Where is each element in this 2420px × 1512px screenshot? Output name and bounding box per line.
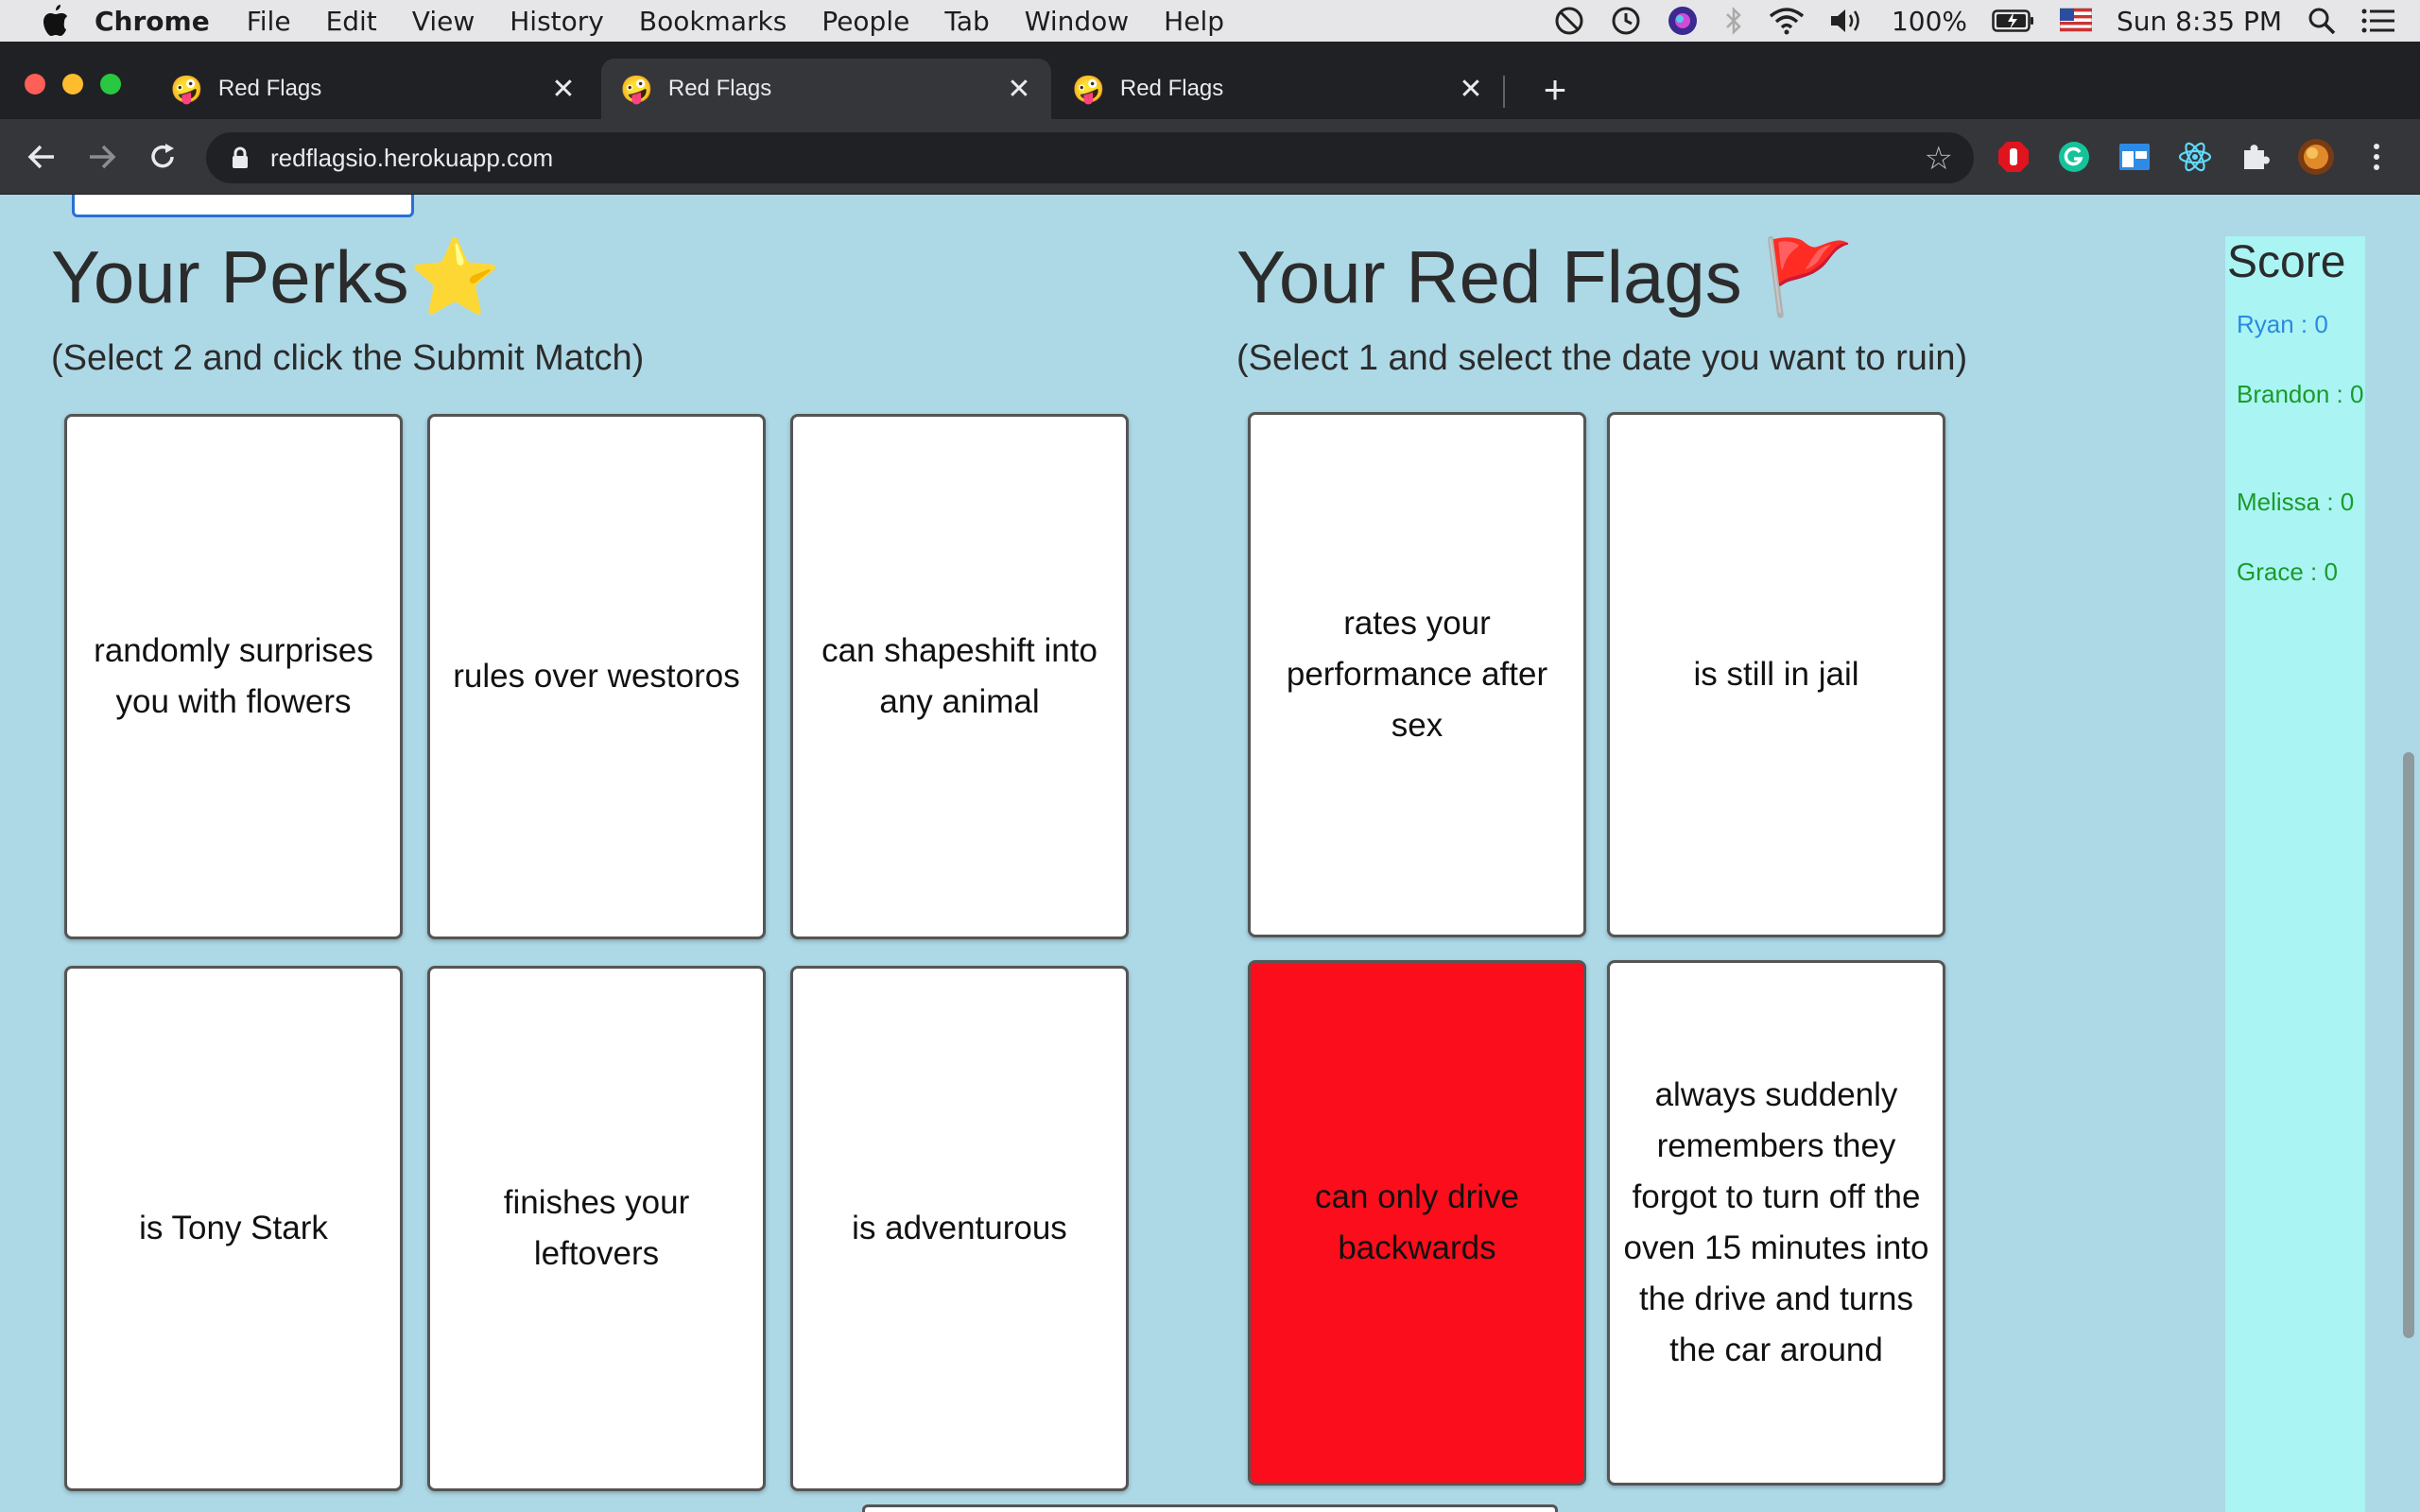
tab-favicon: 🤪 [170, 74, 203, 104]
tab-close-icon[interactable]: ✕ [544, 73, 582, 106]
menu-edit[interactable]: Edit [326, 6, 377, 37]
perk-card-text: is Tony Stark [139, 1210, 328, 1246]
forward-icon[interactable] [81, 138, 123, 176]
menu-bar-status-area: 100% Sun 8:35 PM [1553, 0, 2420, 42]
tab-favicon: 🤪 [620, 74, 653, 104]
perks-title: Your Perks⭐ [51, 235, 501, 318]
menu-file[interactable]: File [247, 6, 291, 37]
extension-adblock-icon[interactable] [1995, 138, 2032, 176]
tab-red-flags-2[interactable]: 🤪 Red Flags ✕ [601, 59, 1051, 119]
page-scrollbar-thumb[interactable] [2403, 752, 2414, 1338]
red-flag-card[interactable]: rates your performance after sex [1248, 412, 1586, 937]
text-input-partial[interactable] [72, 195, 414, 217]
tab-favicon: 🤪 [1072, 74, 1105, 104]
page-content: Your Perks⭐ (Select 2 and click the Subm… [0, 195, 2420, 1512]
perk-card-text: finishes your leftovers [503, 1184, 690, 1272]
address-bar-url: redflagsio.herokuapp.com [270, 143, 554, 172]
time-machine-icon[interactable] [1610, 5, 1642, 37]
menu-app-name[interactable]: Chrome [95, 6, 210, 37]
score-row-melissa: Melissa : 0 [2237, 488, 2355, 516]
profile-avatar[interactable] [2297, 138, 2335, 176]
tab-title: Red Flags [217, 76, 322, 101]
tab-title: Red Flags [667, 76, 772, 101]
red-flag-card-selected[interactable]: can only drive backwards [1248, 960, 1586, 1486]
red-flags-subtitle: (Select 1 and select the date you want t… [1236, 338, 1968, 378]
red-flag-card[interactable]: is still in jail [1607, 412, 1945, 937]
menu-help[interactable]: Help [1164, 6, 1224, 37]
window-zoom-button[interactable] [100, 74, 121, 94]
red-flags-title: Your Red Flags 🚩 [1236, 235, 1855, 318]
new-tab-button[interactable]: + [1531, 66, 1579, 113]
apple-icon[interactable] [40, 4, 70, 38]
extension-grammarly-icon[interactable] [2055, 138, 2093, 176]
window-minimize-button[interactable] [62, 74, 83, 94]
score-row-ryan: Ryan : 0 [2237, 310, 2328, 338]
input-source-flag-icon[interactable] [2060, 7, 2092, 35]
extension-react-devtools-icon[interactable] [2176, 138, 2214, 176]
puzzle-icon[interactable] [2237, 138, 2274, 176]
perk-card-text: is adventurous [852, 1210, 1067, 1246]
red-flag-card-text: can only drive backwards [1315, 1178, 1519, 1266]
siri-icon[interactable] [1667, 5, 1699, 37]
extension-window-icon[interactable] [2116, 138, 2153, 176]
score-title: Score [2227, 237, 2346, 287]
red-flag-card-text: rates your performance after sex [1286, 605, 1548, 744]
score-row-grace: Grace : 0 [2237, 558, 2338, 586]
perk-card[interactable]: is adventurous [790, 966, 1129, 1491]
submit-area-partial[interactable] [862, 1504, 1558, 1512]
menu-window[interactable]: Window [1025, 6, 1129, 37]
tab-separator [1503, 76, 1505, 108]
perk-card-text: can shapeshift into any animal [821, 632, 1098, 720]
menu-view[interactable]: View [412, 6, 475, 37]
chrome-menu-icon[interactable] [2358, 138, 2395, 176]
battery-percent: 100% [1891, 5, 1967, 37]
window-close-button[interactable] [25, 74, 45, 94]
spotlight-search-icon[interactable] [2307, 6, 2337, 36]
wifi-icon[interactable] [1769, 7, 1805, 35]
tab-close-icon[interactable]: ✕ [1000, 73, 1038, 106]
perks-subtitle: (Select 2 and click the Submit Match) [51, 338, 645, 378]
menu-people[interactable]: People [821, 6, 909, 37]
red-flag-card[interactable]: always suddenly remembers they forgot to… [1607, 960, 1945, 1486]
menu-bar-clock[interactable]: Sun 8:35 PM [2117, 6, 2282, 37]
menu-bookmarks[interactable]: Bookmarks [639, 6, 786, 37]
macos-menu-bar: Chrome File Edit View History Bookmarks … [0, 0, 2420, 42]
score-row-brandon: Brandon : 0 [2237, 380, 2364, 408]
perk-card-text: rules over westoros [453, 658, 740, 695]
reload-icon[interactable] [142, 138, 183, 176]
battery-icon[interactable] [1992, 9, 2035, 32]
red-flag-card-text: always suddenly remembers they forgot to… [1623, 1076, 1929, 1368]
score-panel [2225, 236, 2365, 1512]
bookmark-star-icon[interactable]: ☆ [1925, 140, 1953, 178]
tab-red-flags-3[interactable]: 🤪 Red Flags ✕ [1053, 59, 1503, 119]
notification-center-icon[interactable] [2361, 8, 2395, 34]
perk-card-text: randomly surprises you with flowers [94, 632, 373, 720]
perk-card[interactable]: randomly surprises you with flowers [64, 414, 403, 939]
volume-icon[interactable] [1829, 7, 1867, 35]
perk-card[interactable]: is Tony Stark [64, 966, 403, 1491]
menu-tab[interactable]: Tab [944, 6, 989, 37]
address-bar[interactable]: redflagsio.herokuapp.com ☆ [206, 132, 1974, 183]
do-not-disturb-icon[interactable] [1553, 5, 1585, 37]
back-icon[interactable] [21, 138, 62, 176]
lock-icon [233, 146, 248, 168]
bluetooth-icon[interactable] [1723, 6, 1744, 36]
perk-card[interactable]: finishes your leftovers [427, 966, 766, 1491]
tab-close-icon[interactable]: ✕ [1452, 73, 1490, 106]
tab-title: Red Flags [1119, 76, 1224, 101]
tab-red-flags-1[interactable]: 🤪 Red Flags ✕ [151, 59, 596, 119]
perk-card[interactable]: rules over westoros [427, 414, 766, 939]
menu-history[interactable]: History [510, 6, 604, 37]
perk-card[interactable]: can shapeshift into any animal [790, 414, 1129, 939]
red-flag-card-text: is still in jail [1693, 656, 1859, 693]
